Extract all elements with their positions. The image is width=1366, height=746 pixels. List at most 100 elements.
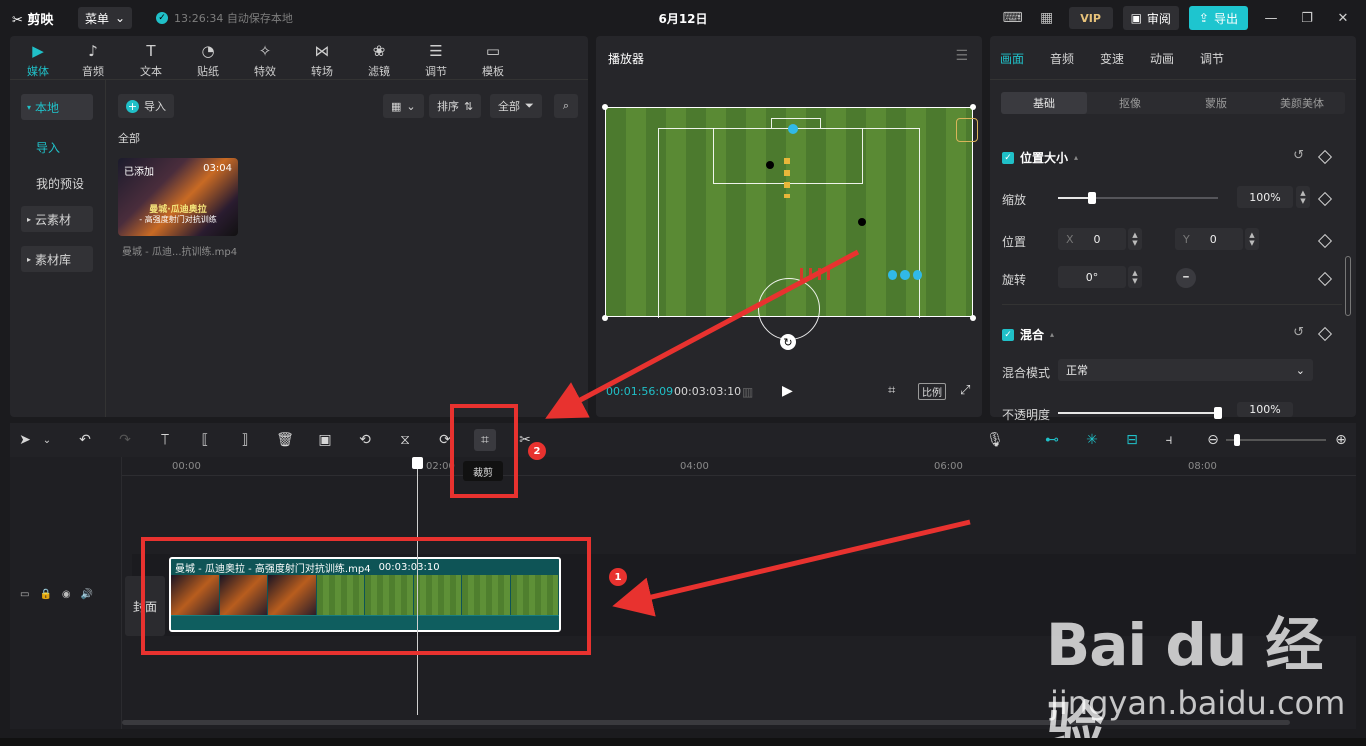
video-preview[interactable] [605, 107, 978, 340]
keyframe-icon[interactable] [1317, 271, 1333, 287]
sort-button[interactable]: 排序 ⇅ [429, 94, 482, 118]
scale-slider-knob[interactable] [1088, 192, 1096, 204]
blend-mode-select[interactable]: 正常 ⌄ [1058, 359, 1313, 381]
undo-icon[interactable]: ↶ [76, 431, 94, 449]
zoom-slider-knob[interactable] [1234, 434, 1240, 446]
tab-adjust-props[interactable]: 调节 [1200, 50, 1224, 67]
tab-sticker[interactable]: ◔ 贴纸 [182, 40, 234, 80]
speaker-icon[interactable]: 🔊 [81, 589, 93, 600]
fullscreen-crop-icon[interactable]: ⌗ [888, 383, 895, 398]
linkage-icon[interactable]: ✳ [1080, 431, 1104, 449]
reset-icon[interactable]: ↺ [1293, 325, 1304, 340]
rotate-stepper[interactable]: ▲ ▼ [1128, 266, 1142, 288]
waveform-icon[interactable]: ▥ [742, 385, 753, 399]
resize-handle[interactable] [970, 104, 976, 110]
subtab-cutout[interactable]: 抠像 [1087, 92, 1173, 114]
sidebar-item-library[interactable]: ▸ 素材库 [21, 246, 93, 272]
zoom-slider[interactable] [1226, 439, 1326, 441]
checkbox-icon[interactable]: ✓ [1002, 328, 1014, 341]
subtab-basic[interactable]: 基础 [1001, 92, 1087, 114]
play-button[interactable]: ▶ [782, 383, 793, 399]
import-button[interactable]: + 导入 [118, 94, 174, 118]
vip-badge[interactable]: VIP [1068, 7, 1113, 29]
tab-text[interactable]: T 文本 [125, 40, 177, 80]
redo-icon[interactable]: ↷ [116, 431, 134, 449]
tab-media[interactable]: ▶ 媒体 [12, 40, 64, 80]
lock-icon[interactable]: 🔒 [39, 589, 51, 600]
layout-icon[interactable]: ▦ [1035, 7, 1059, 29]
delete-icon[interactable]: 🗑 [276, 431, 294, 449]
zoom-in-icon[interactable]: ⊕ [1332, 431, 1350, 449]
filter-all-button[interactable]: 全部 ⏷ [490, 94, 542, 118]
tab-animation[interactable]: 动画 [1150, 50, 1174, 67]
reverse-icon[interactable]: ⟲ [356, 431, 374, 449]
search-button[interactable]: ⌕ [554, 94, 578, 118]
tab-speed[interactable]: 变速 [1100, 50, 1124, 67]
tab-audio[interactable]: ♪ 音频 [67, 40, 119, 80]
blend-section[interactable]: ✓ 混合 ▴ [1002, 326, 1054, 343]
scrollbar[interactable] [1345, 256, 1351, 316]
trim-right-icon[interactable]: ⟧ [236, 431, 254, 449]
rotate-dial-icon[interactable]: ━ [1176, 268, 1196, 288]
keyframe-icon[interactable] [1317, 233, 1333, 249]
x-stepper[interactable]: ▲ ▼ [1128, 228, 1142, 250]
maximize-icon[interactable]: ❐ [1294, 7, 1320, 29]
position-y-input[interactable]: Y0 [1175, 228, 1243, 250]
tab-effect[interactable]: ✧ 特效 [239, 40, 291, 80]
review-button[interactable]: ▣ 审阅 [1122, 6, 1179, 30]
playhead-handle[interactable] [412, 457, 423, 469]
subtab-mask[interactable]: 蒙版 [1173, 92, 1259, 114]
opacity-input[interactable]: 100% [1237, 402, 1293, 417]
keyframe-icon[interactable] [1317, 191, 1333, 207]
trim-left-icon[interactable]: ⟦ [196, 431, 214, 449]
preview-axis-icon[interactable]: ⊟ [1120, 431, 1144, 449]
tab-picture[interactable]: 画面 [1000, 50, 1024, 67]
tab-adjust[interactable]: ☰ 调节 [410, 40, 462, 80]
resize-handle[interactable] [602, 315, 608, 321]
rotate-handle-icon[interactable]: ↻ [780, 334, 796, 350]
ratio-button[interactable]: 比例 [918, 383, 946, 400]
minimize-icon[interactable]: — [1258, 7, 1284, 29]
keyframe-icon[interactable] [1317, 149, 1333, 165]
close-icon[interactable]: ✕ [1330, 7, 1356, 29]
position-x-input[interactable]: X0 [1058, 228, 1126, 250]
sidebar-item-import[interactable]: 导入 [36, 139, 60, 156]
menu-button[interactable]: 菜单 ⌄ [78, 7, 132, 29]
export-button[interactable]: ⇪ 导出 [1188, 6, 1248, 30]
freeze-icon[interactable]: ▣ [316, 431, 334, 449]
tab-filter[interactable]: ❀ 滤镜 [353, 40, 405, 80]
tab-template[interactable]: ▭ 模板 [467, 40, 519, 80]
resize-handle[interactable] [602, 104, 608, 110]
view-toggle-button[interactable]: ▦ ⌄ [383, 94, 424, 118]
tab-transition[interactable]: ⋈ 转场 [296, 40, 348, 80]
media-thumbnail[interactable]: 已添加 03:04 曼城·瓜迪奥拉 - 高强度射门对抗训练 [118, 158, 238, 236]
scale-input[interactable]: 100% [1237, 186, 1293, 208]
snap-icon[interactable]: ⊷ [1040, 431, 1064, 449]
y-stepper[interactable]: ▲ ▼ [1245, 228, 1259, 250]
expand-icon[interactable]: ⤢ [960, 383, 970, 398]
sidebar-item-presets[interactable]: 我的预设 [36, 175, 84, 192]
track-video-icon[interactable]: ▭ [20, 589, 29, 600]
microphone-icon[interactable]: 🎙 [986, 431, 1004, 449]
scale-stepper[interactable]: ▲ ▼ [1296, 186, 1310, 208]
keyframe-icon[interactable] [1317, 326, 1333, 342]
split-screen-icon[interactable]: ⫞ [1160, 431, 1178, 449]
resize-handle[interactable] [970, 315, 976, 321]
mirror-icon[interactable]: ⧖ [396, 431, 414, 449]
menu-icon[interactable]: ☰ [955, 48, 968, 64]
opacity-slider-knob[interactable] [1214, 407, 1222, 419]
chevron-down-icon[interactable]: ⌄ [38, 431, 56, 449]
reset-icon[interactable]: ↺ [1293, 148, 1304, 163]
sidebar-item-cloud[interactable]: ▸ 云素材 [21, 206, 93, 232]
rotate-input[interactable]: 0° [1058, 266, 1126, 288]
eye-icon[interactable]: ◉ [62, 589, 71, 600]
tab-audio-props[interactable]: 音频 [1050, 50, 1074, 67]
subtab-beauty[interactable]: 美颜美体 [1259, 92, 1345, 114]
keyboard-icon[interactable]: ⌨ [1001, 7, 1025, 29]
zoom-out-icon[interactable]: ⊖ [1204, 431, 1222, 449]
select-cursor-icon[interactable]: ➤ [16, 431, 34, 449]
position-size-section[interactable]: ✓ 位置大小 ▴ [1002, 149, 1078, 166]
sidebar-item-local[interactable]: ▾ 本地 [21, 94, 93, 120]
split-icon[interactable]: ⟙ [156, 431, 174, 449]
checkbox-icon[interactable]: ✓ [1002, 151, 1014, 164]
